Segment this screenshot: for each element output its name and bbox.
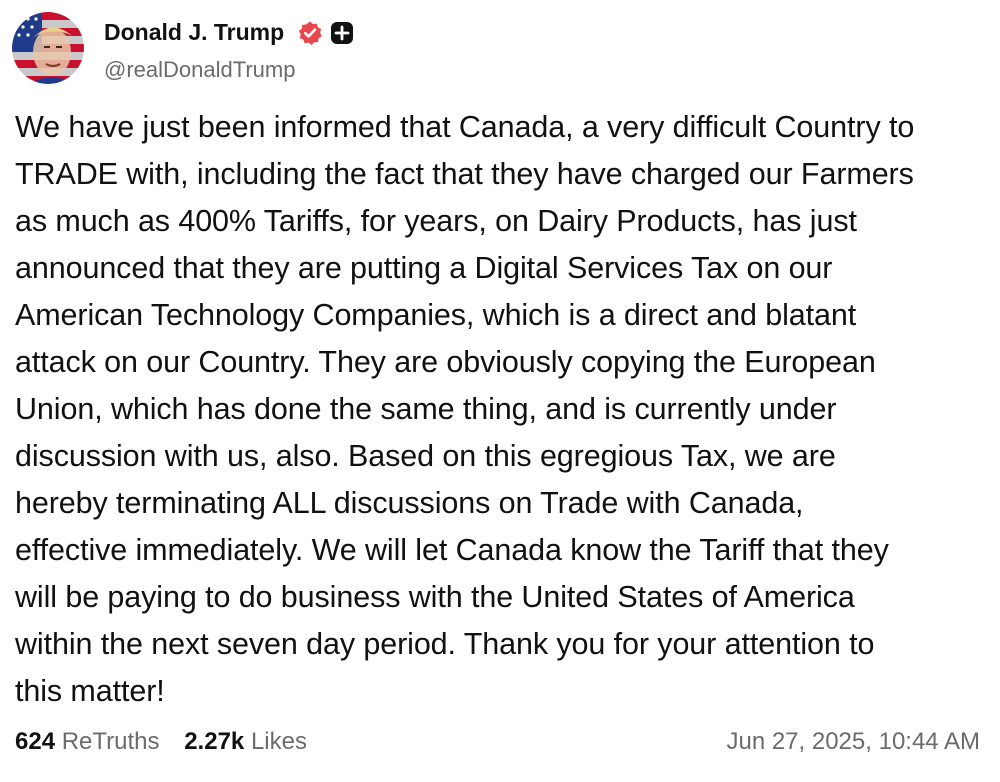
post-body: We have just been informed that Canada, … [15,104,990,715]
likes-count: 2.27k [184,728,245,755]
post-body-line: hereby terminating ALL discussions on Tr… [15,486,804,520]
likes-stat[interactable]: 2.27k Likes [184,728,307,756]
post-body-line: Union, which has done the same thing, an… [15,392,837,426]
post-body-line: discussion with us, also. Based on this … [15,439,836,473]
post-body-line: TRADE with, including the fact that they… [15,157,914,191]
post-body-line: within the next seven day period. Thank … [15,627,875,661]
verified-badge-icon [298,21,322,45]
likes-label: Likes [250,728,307,755]
retruths-count: 624 [15,728,56,755]
author-handle[interactable]: @realDonaldTrump [104,57,295,83]
retruths-stat[interactable]: 624 ReTruths [15,728,160,756]
post-body-line: this matter! [15,674,165,708]
avatar-portrait-icon [12,12,84,84]
post-body-line: will be paying to do business with the U… [15,580,855,614]
post-body-line: announced that they are putting a Digita… [15,251,833,285]
author-display-name[interactable]: Donald J. Trump [104,19,284,46]
post-footer: 624 ReTruths 2.27k Likes Jun 27, 2025, 1… [15,728,980,768]
post-card: Donald J. Trump @realDonaldTrump We have… [0,0,1000,782]
plus-badge-icon [331,22,353,44]
post-body-line: attack on our Country. They are obviousl… [15,345,876,379]
post-body-line: effective immediately. We will let Canad… [15,533,889,567]
retruths-label: ReTruths [61,728,160,755]
post-body-line: American Technology Companies, which is … [15,298,857,332]
post-body-line: We have just been informed that Canada, … [15,110,915,144]
post-timestamp[interactable]: Jun 27, 2025, 10:44 AM [726,728,980,756]
author-avatar[interactable] [12,12,84,84]
post-body-line: as much as 400% Tariffs, for years, on D… [15,204,857,238]
